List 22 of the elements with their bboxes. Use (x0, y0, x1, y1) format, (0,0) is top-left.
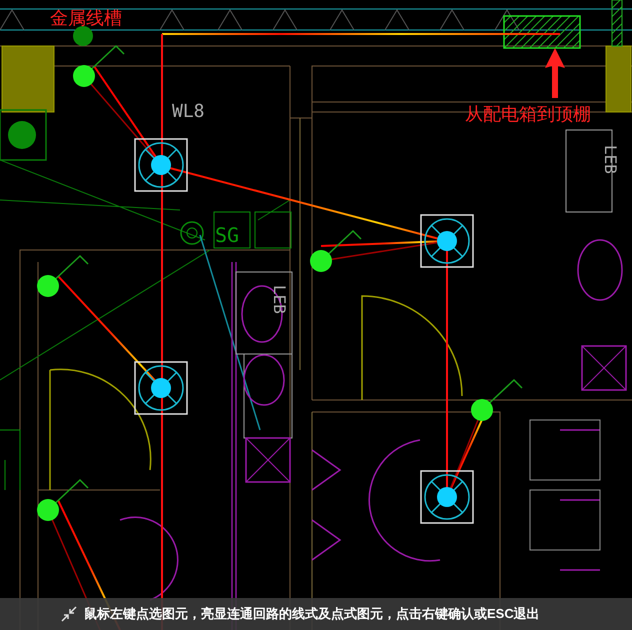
annotation-arrow (545, 48, 565, 98)
collapse-arrows-icon[interactable] (60, 605, 78, 623)
annotation-label: 从配电箱到顶棚 (465, 104, 591, 125)
switch-icon (310, 230, 362, 272)
ceiling-light-icon (420, 470, 474, 524)
ceiling-light-icon (134, 361, 188, 415)
switch-icon (37, 254, 89, 297)
drawing-label: SG (215, 223, 240, 247)
switch-icon (73, 44, 125, 87)
equipment-block (606, 46, 632, 112)
drawing-label: LEB (270, 285, 289, 314)
switch-icon (37, 478, 89, 521)
device-dot-icon (8, 121, 36, 149)
switch-icon (471, 378, 523, 421)
status-message: 鼠标左键点选图元，亮显连通回路的线式及点式图元，点击右键确认或ESC退出 (84, 605, 540, 624)
equipment-block (2, 46, 54, 112)
drawing-label: WL8 (172, 101, 205, 122)
ceiling-light-icon (420, 214, 474, 268)
device-dot-icon (73, 26, 93, 46)
ceiling-light-icon (134, 138, 188, 192)
drawing-label: LEB (601, 145, 620, 174)
annotation-label: 金属线槽 (50, 8, 122, 29)
